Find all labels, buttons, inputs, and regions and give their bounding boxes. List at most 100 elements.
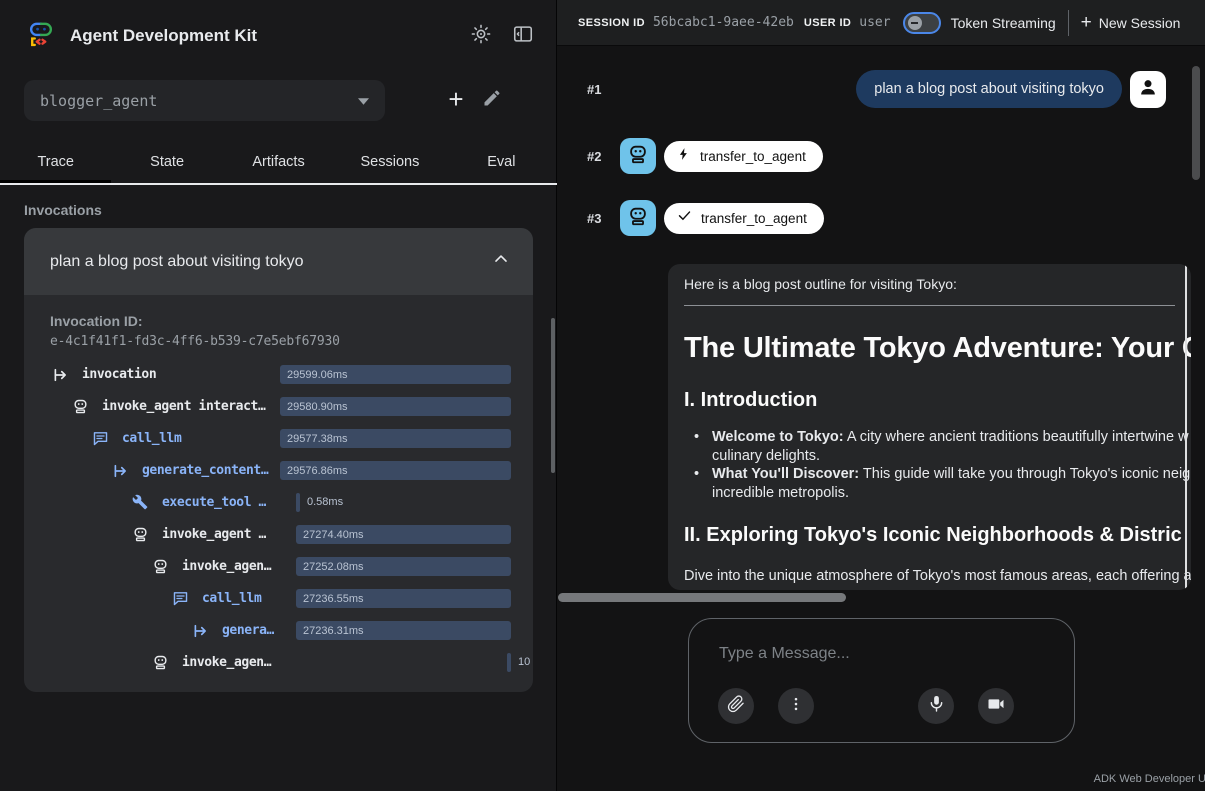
blog-bullet: Welcome to Tokyo: A city where ancient t… — [684, 428, 1191, 465]
agent-avatar — [620, 200, 656, 236]
trace-span-label: invoke_agent interact… — [102, 399, 265, 414]
left-panel-scrollbar[interactable] — [551, 318, 555, 473]
trace-duration-value: 0.58ms — [307, 493, 343, 512]
chat-icon — [92, 430, 110, 448]
add-session-button[interactable]: + — [440, 84, 472, 116]
trace-row[interactable]: execute_tool … 0.58ms — [24, 487, 533, 519]
trace-row[interactable]: invoke_agen… 27252.08ms — [24, 551, 533, 583]
session-header: SESSION ID 56bcabc1-9aee-42eb USER ID us… — [557, 0, 1205, 46]
user-message-bubble[interactable]: plan a blog post about visiting tokyo — [856, 70, 1122, 108]
token-streaming-label: Token Streaming — [951, 15, 1056, 31]
invocation-card-body: Invocation ID: e-4c1f41f1-fd3c-4ff6-b539… — [24, 295, 533, 679]
chat-panel: SESSION ID 56bcabc1-9aee-42eb USER ID us… — [557, 0, 1205, 791]
trace-row[interactable]: invoke_agent …27274.40ms — [24, 519, 533, 551]
session-id-value: 56bcabc1-9aee-42eb — [653, 15, 794, 30]
trace-duration-bar: 27236.31ms — [296, 621, 511, 640]
agent-select-value: blogger_agent — [40, 92, 358, 110]
theme-toggle-button[interactable] — [466, 21, 496, 51]
footer-text: ADK Web Developer UI — [1094, 773, 1205, 785]
function-call-chip[interactable]: transfer_to_agent — [664, 141, 823, 172]
header-divider — [1068, 10, 1069, 36]
robot-icon — [152, 654, 170, 672]
trace-row[interactable]: invocation29599.06ms — [24, 359, 533, 391]
message-row: #1 plan a blog post about visiting tokyo — [557, 70, 1205, 108]
attach-file-button[interactable] — [718, 688, 754, 724]
trace-row[interactable]: invoke_agen…10 — [24, 647, 533, 679]
message-row: #2 transfer_to_agent — [557, 138, 1205, 174]
trace-duration-bar: 29580.90ms — [280, 397, 511, 416]
response-card-scrollbar[interactable] — [1185, 264, 1187, 590]
trace-duration-value: 27274.40ms — [296, 529, 364, 541]
person-icon — [1138, 77, 1158, 102]
agent-select[interactable]: blogger_agent — [24, 80, 385, 121]
message-index: #2 — [587, 149, 613, 164]
collapse-panel-button[interactable] — [508, 21, 538, 51]
blog-bullet: What You'll Discover: This guide will ta… — [684, 465, 1191, 502]
token-streaming-toggle[interactable] — [903, 12, 941, 34]
plus-icon: + — [448, 84, 463, 114]
user-avatar — [1130, 71, 1166, 108]
trace-duration-bar — [296, 493, 300, 512]
chevron-up-icon — [491, 249, 511, 274]
tab-sessions[interactable]: Sessions — [334, 141, 445, 183]
brightness-icon — [470, 23, 492, 50]
left-header: Agent Development Kit — [0, 0, 556, 72]
function-call-label: transfer_to_agent — [700, 149, 806, 164]
tab-eval[interactable]: Eval — [446, 141, 557, 183]
robot-icon — [627, 143, 649, 170]
trace-duration-value: 10 — [518, 653, 530, 672]
message-input[interactable]: Type a Message... — [719, 645, 850, 663]
trace-duration-bar: 27236.55ms — [296, 589, 511, 608]
trace-row[interactable]: genera…27236.31ms — [24, 615, 533, 647]
blog-paragraph: Dive into the unique atmosphere of Tokyo… — [684, 568, 1191, 584]
invocation-id-label: Invocation ID: — [50, 313, 533, 329]
trace-row[interactable]: generate_content… 29576.86ms — [24, 455, 533, 487]
chat-scrollbar[interactable] — [1192, 66, 1200, 180]
function-response-chip[interactable]: transfer_to_agent — [664, 203, 824, 234]
tab-state[interactable]: State — [111, 141, 222, 183]
new-session-button[interactable]: + New Session — [1081, 15, 1181, 31]
trace-duration-bar: 29576.86ms — [280, 461, 511, 480]
agent-avatar — [620, 138, 656, 174]
trace-row[interactable]: invoke_agent interact… 29580.90ms — [24, 391, 533, 423]
tab-bar: TraceStateArtifactsSessionsEval — [0, 141, 557, 185]
arrow-icon — [112, 462, 130, 480]
invocations-label: Invocations — [24, 202, 102, 218]
more-options-button[interactable] — [778, 688, 814, 724]
side-panel-icon — [512, 23, 534, 50]
message-index: #1 — [587, 82, 613, 97]
chevron-down-icon — [358, 92, 369, 110]
robot-icon — [132, 526, 150, 544]
trace-span-label: invoke_agen… — [182, 559, 271, 574]
trace-span-label: generate_content… — [142, 463, 268, 478]
trace-duration-bar — [507, 653, 511, 672]
trace-span-label: call_llm — [122, 431, 181, 446]
user-id-label: USER ID — [804, 17, 851, 29]
trace-duration-value: 29599.06ms — [280, 369, 348, 381]
chat-horizontal-scrollbar[interactable] — [558, 593, 846, 602]
trace-duration-bar: 29577.38ms — [280, 429, 511, 448]
function-response-label: transfer_to_agent — [701, 211, 807, 226]
microphone-icon — [927, 694, 946, 718]
trace-duration-value: 27252.08ms — [296, 561, 364, 573]
adk-logo-icon — [26, 19, 56, 54]
tab-trace[interactable]: Trace — [0, 141, 111, 183]
agent-response-card: Here is a blog post outline for visiting… — [668, 264, 1191, 590]
invocation-id: e-4c1f41f1-fd3c-4ff6-b539-c7e5ebf67930 — [50, 334, 533, 349]
video-camera-button[interactable] — [978, 688, 1014, 724]
vertical-dots-icon — [787, 695, 805, 718]
check-icon — [677, 208, 692, 228]
plus-icon: + — [1081, 16, 1092, 30]
edit-agent-button[interactable] — [482, 88, 508, 114]
trace-duration-value: 27236.31ms — [296, 625, 364, 637]
trace-span-label: execute_tool … — [162, 495, 266, 510]
microphone-button[interactable] — [918, 688, 954, 724]
message-row: #3 transfer_to_agent — [557, 200, 1205, 236]
trace-row[interactable]: call_llm 29577.38ms — [24, 423, 533, 455]
app-title: Agent Development Kit — [70, 26, 454, 46]
message-composer[interactable]: Type a Message... — [688, 618, 1075, 743]
trace-row[interactable]: call_llm27236.55ms — [24, 583, 533, 615]
response-intro: Here is a blog post outline for visiting… — [684, 276, 1191, 292]
invocation-card-header[interactable]: plan a blog post about visiting tokyo — [24, 228, 533, 295]
tab-artifacts[interactable]: Artifacts — [223, 141, 334, 183]
